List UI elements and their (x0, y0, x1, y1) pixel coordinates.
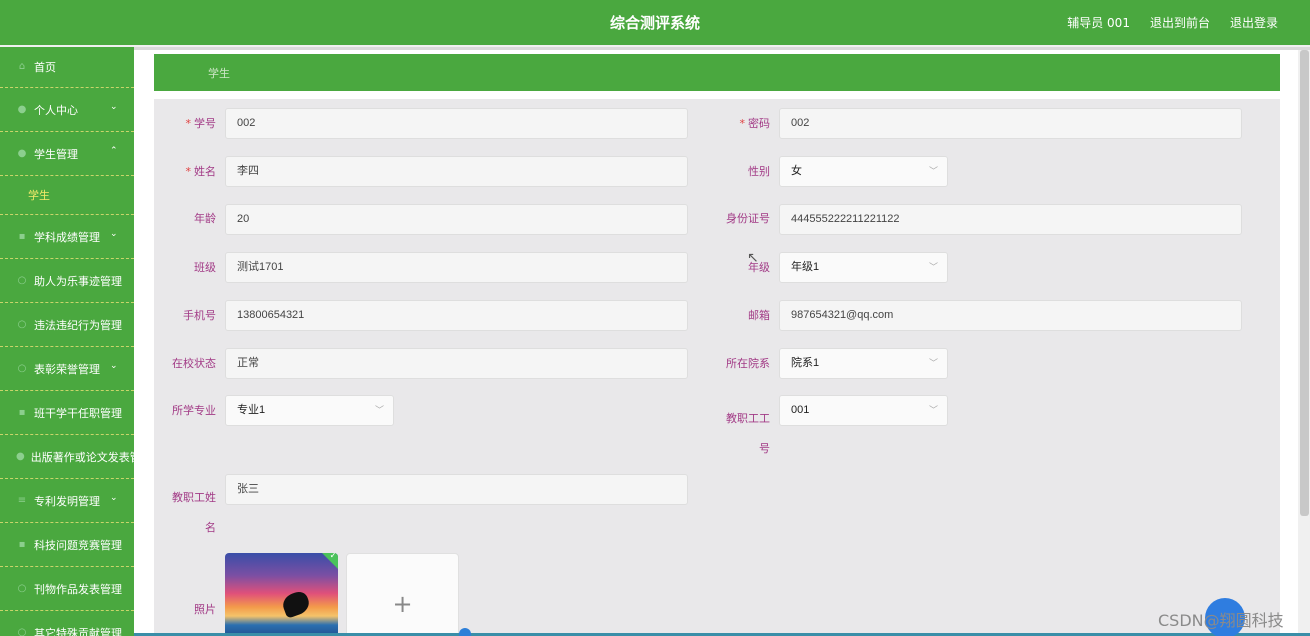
staff-no-select[interactable]: 001 ﹀ (779, 395, 948, 426)
chevron-up-icon: ⌃ (110, 146, 118, 156)
staff-no-label: 教职工工号 (726, 412, 770, 455)
sidebar-item-label: 学科成绩管理 (34, 230, 100, 244)
email-input[interactable]: 987654321@qq.com (779, 300, 1242, 331)
warning-icon: ○ (17, 318, 27, 330)
student-no-input[interactable]: 002 (225, 108, 688, 139)
sidebar-item-label: 科技问题竞赛管理 (34, 538, 122, 552)
age-input[interactable]: 20 (225, 204, 688, 235)
password-label: * 密码 (739, 117, 771, 130)
class-input[interactable]: 测试1701 (225, 252, 688, 283)
sidebar-item-personal-center[interactable]: ● 个人中心 ⌄ (0, 88, 134, 132)
sidebar-item-honors[interactable]: ○ 表彰荣誉管理 ⌄ (0, 347, 134, 391)
gender-label: 性别 (748, 165, 770, 178)
chevron-down-icon: ﹀ (928, 405, 938, 415)
sidebar-item-label: 专利发明管理 (34, 494, 100, 508)
department-select[interactable]: 院系1 ﹀ (779, 348, 948, 379)
sidebar-item-special-contributions[interactable]: ○ 其它特殊贡献管理 (0, 611, 134, 636)
trophy-icon: ▪ (18, 538, 26, 550)
sidebar-item-label: 违法违纪行为管理 (34, 318, 122, 332)
chevron-down-icon: ﹀ (928, 358, 938, 368)
logout-link[interactable]: 退出登录 (1230, 14, 1278, 31)
sidebar-item-label: 表彰荣誉管理 (34, 362, 100, 376)
dolphin-shape (280, 589, 312, 619)
gender-select[interactable]: 女 ﹀ (779, 156, 948, 187)
sidebar-item-home[interactable]: ⌂ 首页 (0, 47, 134, 88)
sidebar-item-label: 刊物作品发表管理 (34, 582, 122, 596)
chevron-down-icon: ⌄ (110, 361, 118, 371)
mouse-cursor-icon: ↖ (747, 250, 759, 266)
chevron-down-icon: ﹀ (928, 166, 938, 176)
student-no-label: * 学号 (185, 117, 217, 130)
sidebar-item-label: 学生 (28, 189, 50, 202)
sidebar-item-patents[interactable]: ≡ 专利发明管理 ⌄ (0, 479, 134, 523)
school-status-input[interactable]: 正常 (225, 348, 688, 379)
department-label: 所在院系 (726, 357, 770, 370)
user-icon: ● (17, 103, 27, 115)
sidebar-item-class-cadres[interactable]: ▪ 班干学干任职管理 (0, 391, 134, 435)
badge-icon: ▪ (18, 406, 26, 418)
password-input[interactable]: 002 (779, 108, 1242, 139)
sidebar-item-journal-works[interactable]: ○ 刊物作品发表管理 (0, 567, 134, 611)
back-to-front-link[interactable]: 退出到前台 (1150, 14, 1210, 31)
chevron-down-icon: ⌄ (110, 229, 118, 239)
sidebar-item-subject-scores[interactable]: ▪ 学科成绩管理 ⌄ (0, 215, 134, 259)
vertical-scrollbar[interactable] (1300, 50, 1309, 516)
header-actions: 辅导员 001 退出到前台 退出登录 (1067, 14, 1278, 31)
top-header: 综合测评系统 辅导员 001 退出到前台 退出登录 (0, 0, 1310, 45)
sidebar-item-violations[interactable]: ○ 违法违纪行为管理 (0, 303, 134, 347)
award-icon: ○ (17, 362, 27, 374)
major-select[interactable]: 专业1 ﹀ (225, 395, 394, 426)
current-user: 辅导员 001 (1067, 16, 1130, 30)
chevron-down-icon: ﹀ (928, 262, 938, 272)
document-icon: ● (16, 450, 25, 462)
plus-icon: + (392, 590, 413, 618)
chevron-down-icon: ⌄ (110, 102, 118, 112)
staff-name-input[interactable]: 张三 (225, 474, 688, 505)
name-label: * 姓名 (185, 165, 217, 178)
sidebar: ⌂ 首页 ● 个人中心 ⌄ ● 学生管理 ⌃ 学生 ▪ 学科成绩管理 ⌄ ○ 助… (0, 47, 134, 636)
phone-input[interactable]: 13800654321 (225, 300, 688, 331)
staff-name-label: 教职工姓名 (172, 491, 216, 534)
check-icon: ✓ (329, 553, 337, 561)
drag-handle[interactable] (459, 628, 471, 636)
chevron-down-icon: ﹀ (374, 405, 384, 415)
id-card-label: 身份证号 (726, 212, 770, 225)
uploaded-photo-thumbnail[interactable]: ✓ (225, 553, 338, 636)
breadcrumb-item[interactable]: 学生 (208, 65, 230, 81)
age-label: 年龄 (194, 212, 216, 225)
magazine-icon: ○ (17, 582, 27, 594)
sidebar-item-competitions[interactable]: ▪ 科技问题竞赛管理 (0, 523, 134, 567)
sidebar-item-label: 学生管理 (34, 147, 78, 161)
home-icon: ⌂ (18, 61, 26, 72)
sidebar-item-label: 助人为乐事迹管理 (34, 274, 122, 288)
chevron-down-icon: ⌄ (110, 493, 118, 503)
sidebar-item-label: 出版著作或论文发表管理 (30, 450, 134, 464)
name-input[interactable]: 李四 (225, 156, 688, 187)
sidebar-subitem-student[interactable]: 学生 (0, 176, 134, 215)
school-status-label: 在校状态 (172, 357, 216, 370)
sidebar-item-publications[interactable]: ● 出版著作或论文发表管理 (0, 435, 134, 479)
sidebar-item-label: 首页 (34, 61, 56, 74)
star-icon: ○ (17, 626, 27, 636)
photo-label: 照片 (194, 603, 216, 616)
phone-label: 手机号 (183, 309, 216, 322)
sidebar-item-student-management[interactable]: ● 学生管理 ⌃ (0, 132, 134, 176)
heart-icon: ○ (17, 274, 27, 286)
student-icon: ● (17, 147, 27, 159)
breadcrumb: 学生 (154, 54, 1280, 91)
sidebar-item-good-deeds[interactable]: ○ 助人为乐事迹管理 (0, 259, 134, 303)
photo-upload-button[interactable]: + (346, 553, 459, 636)
class-label: 班级 (194, 261, 216, 274)
grade-select[interactable]: 年级1 ﹀ (779, 252, 948, 283)
sidebar-item-label: 其它特殊贡献管理 (34, 626, 122, 636)
watermark-text: CSDN@翔圆科技 (1158, 611, 1284, 630)
major-label: 所学专业 (172, 404, 216, 417)
id-card-input[interactable]: 444555222211221122 (779, 204, 1242, 235)
grade-label: 年级 (748, 261, 770, 274)
sidebar-item-label: 个人中心 (34, 103, 78, 117)
email-label: 邮箱 (748, 309, 770, 322)
sidebar-item-label: 班干学干任职管理 (34, 406, 122, 420)
list-icon: ≡ (17, 494, 27, 506)
book-icon: ▪ (18, 230, 26, 242)
